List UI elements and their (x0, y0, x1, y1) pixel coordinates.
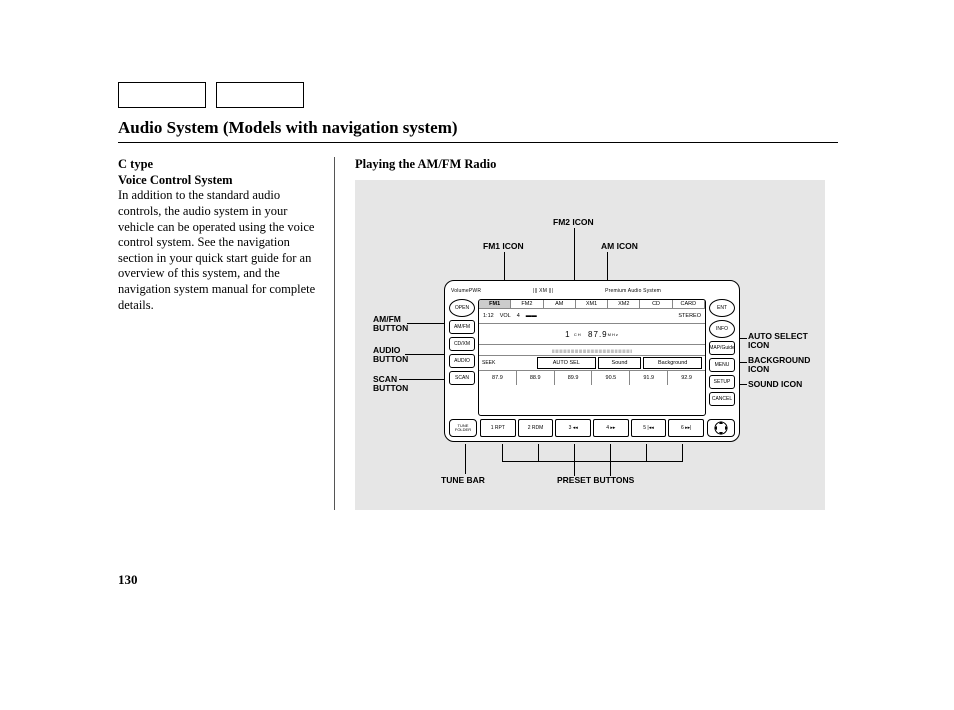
time-value: 1:12 (483, 313, 494, 319)
map-button: MAP/Guide (709, 341, 735, 355)
hw-presets: 1 RPT 2 RDM 3 ◂◂ 4 ▸▸ 5 |◂◂ 6 ▸▸| (480, 419, 704, 437)
audio-button-label: AUDIO BUTTON (373, 346, 408, 365)
info-button: INFO (709, 320, 735, 338)
hw-preset-3: 3 ◂◂ (555, 419, 591, 437)
seek-row: SEEK AUTO SEL Sound Background (479, 356, 705, 371)
tab-xm1: XM1 (576, 300, 608, 308)
auto-select-icon-label: AUTO SELECT ICON (748, 332, 808, 351)
amfm-button: AM/FM (449, 320, 475, 334)
audio-button: AUDIO (449, 354, 475, 368)
am-icon-label: AM ICON (601, 242, 638, 251)
preset-5: 91.9 (630, 371, 668, 385)
scan-button: SCAN (449, 371, 475, 385)
top-tab-2 (216, 82, 304, 108)
auto-sel-icon: AUTO SEL (537, 357, 596, 369)
menu-button: MENU (709, 358, 735, 372)
hw-preset-1: 1 RPT (480, 419, 516, 437)
vol-label: VOL (500, 313, 511, 319)
section-heading: Playing the AM/FM Radio (355, 157, 838, 172)
hw-preset-2: 2 RDM (518, 419, 554, 437)
leader (465, 444, 466, 474)
tune-knob: TUNE FOLDER (449, 419, 477, 437)
setup-button: SETUP (709, 375, 735, 389)
preset-3: 89.9 (555, 371, 593, 385)
hw-preset-6: 6 ▸▸| (668, 419, 704, 437)
leader (502, 461, 682, 462)
band-tabs: FM1 FM2 AM XM1 XM2 CD CARD (479, 300, 705, 309)
joystick-icon (713, 420, 729, 436)
joystick (707, 419, 735, 437)
leader (399, 379, 447, 380)
sound-icon: Sound (598, 357, 642, 369)
stereo-label: STEREO (678, 313, 701, 319)
tab-am: AM (544, 300, 576, 308)
preset-6: 92.9 (668, 371, 705, 385)
leader (538, 444, 539, 462)
scan-button-label: SCAN BUTTON (373, 375, 408, 394)
open-button: OPEN (449, 299, 475, 317)
background-icon: Background (643, 357, 702, 369)
background-icon-label: BACKGROUND ICON (748, 356, 810, 375)
body-text: In addition to the standard audio contro… (118, 188, 322, 313)
freq-unit: MHz (608, 332, 619, 337)
ch-label: CH (574, 332, 582, 337)
cancel-button: CANCEL (709, 392, 735, 406)
tune-bar: ||||||||||||||||||||||||||||||||||||||||… (479, 345, 705, 356)
leader (407, 323, 447, 324)
info-row: 1:12 VOL 4 ▬▬ STEREO (479, 309, 705, 324)
amfm-button-label: AM/FM BUTTON (373, 315, 408, 334)
voice-control-heading: Voice Control System (118, 173, 322, 189)
preset-1: 87.9 (479, 371, 517, 385)
right-column: Playing the AM/FM Radio FM2 ICON FM1 ICO… (355, 157, 838, 510)
left-side-col: OPEN AM/FM CD/XM AUDIO SCAN (449, 299, 475, 416)
preset-buttons-label: PRESET BUTTONS (557, 476, 634, 485)
premium-audio-label: Premium Audio System (605, 288, 661, 294)
ctype-heading: C type (118, 157, 322, 173)
head-unit: VolumePWR ||| XM ||| Premium Audio Syste… (444, 280, 740, 442)
preset-row: 87.9 88.9 89.9 90.5 91.9 92.9 (479, 371, 705, 385)
freq-value: 87.9 (588, 330, 608, 339)
fm2-icon-label: FM2 ICON (553, 218, 594, 227)
leader (610, 444, 611, 476)
freq-row: 1 CH 87.9 MHz (479, 324, 705, 345)
tab-cd: CD (640, 300, 672, 308)
page-title: Audio System (Models with navigation sys… (118, 118, 838, 143)
tab-fm2: FM2 (511, 300, 543, 308)
xm-label: ||| XM ||| (533, 288, 553, 294)
illustration-area: FM2 ICON FM1 ICON AM ICON AM/FM BUTTON A… (355, 180, 825, 510)
sound-icon-label: SOUND ICON (748, 380, 802, 389)
left-column: C type Voice Control System In addition … (118, 157, 335, 510)
page-number: 130 (118, 572, 138, 588)
leader (574, 444, 575, 476)
leader (646, 444, 647, 462)
vol-value: 4 (517, 313, 520, 319)
leader (405, 354, 447, 355)
vol-pwr-label: VolumePWR (451, 288, 481, 294)
leader (682, 444, 683, 462)
tab-card: CARD (673, 300, 705, 308)
fm1-icon-label: FM1 ICON (483, 242, 524, 251)
tab-fm1: FM1 (479, 300, 511, 308)
seek-label: SEEK (482, 360, 495, 366)
preset-4: 90.5 (592, 371, 630, 385)
right-side-col: ENT INFO MAP/Guide MENU SETUP CANCEL (709, 299, 735, 416)
unit-header: VolumePWR ||| XM ||| Premium Audio Syste… (449, 285, 735, 297)
cdxm-button: CD/XM (449, 337, 475, 351)
ent-button: ENT (709, 299, 735, 317)
hw-preset-4: 4 ▸▸ (593, 419, 629, 437)
ch-value: 1 (565, 330, 570, 339)
top-tab-1 (118, 82, 206, 108)
leader (502, 444, 503, 462)
preset-2: 88.9 (517, 371, 555, 385)
display-screen: FM1 FM2 AM XM1 XM2 CD CARD 1:12 VOL (478, 299, 706, 416)
tab-xm2: XM2 (608, 300, 640, 308)
hw-preset-5: 5 |◂◂ (631, 419, 667, 437)
tune-bar-label: TUNE BAR (441, 476, 485, 485)
